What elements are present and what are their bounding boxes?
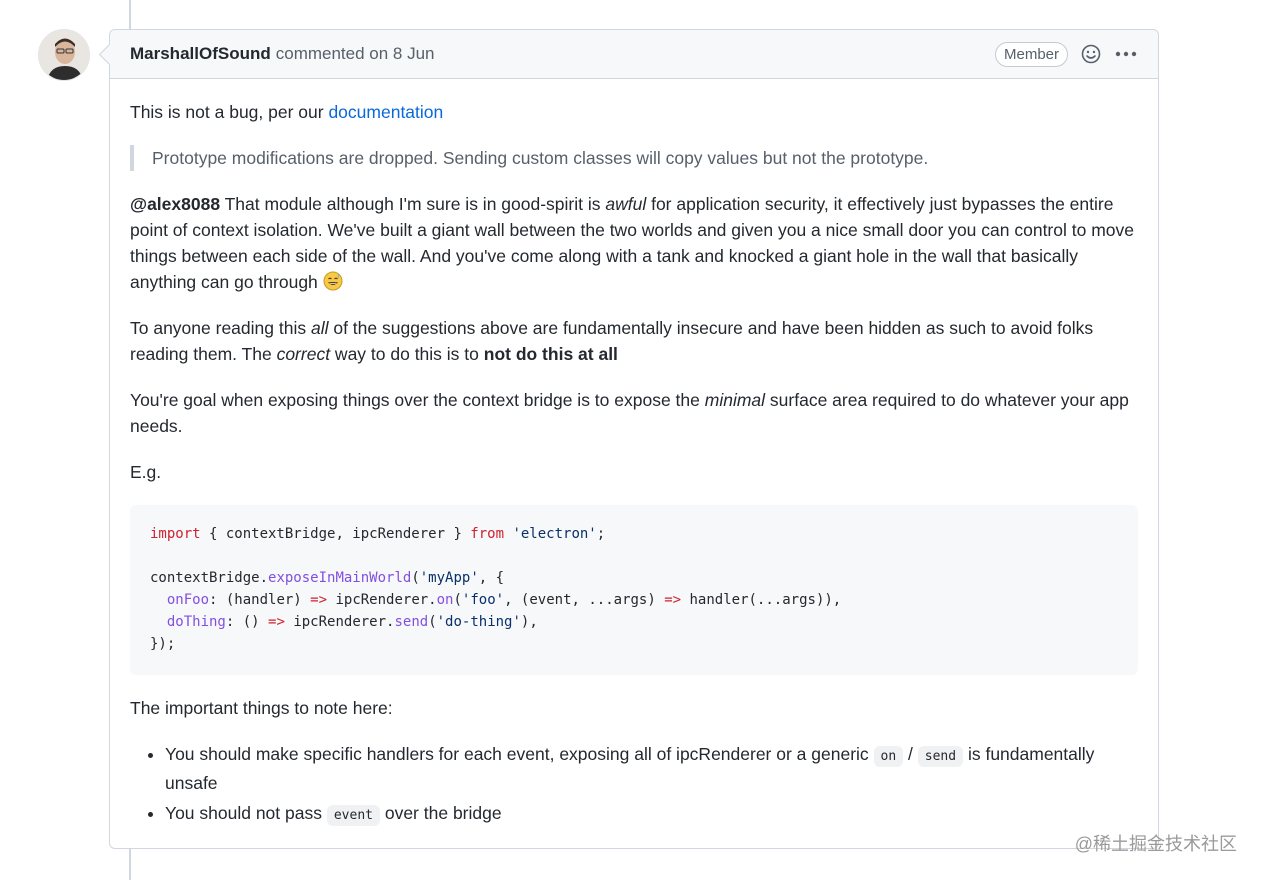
code-keyword: =>	[664, 592, 682, 608]
smiley-icon[interactable]	[1080, 43, 1102, 65]
avatar-image	[39, 30, 89, 80]
code-property: onFoo	[166, 592, 210, 608]
code-text: : ()	[225, 614, 269, 630]
warning-text-a: To anyone reading this	[130, 318, 311, 338]
code-keyword: =>	[310, 592, 328, 608]
code-text: (	[428, 614, 437, 630]
list-text: over the bridge	[379, 803, 502, 823]
inline-code: event	[326, 805, 380, 826]
warning-text-c: way to do this is to	[330, 344, 484, 364]
code-text: { contextBridge, ipcRenderer }	[200, 526, 471, 542]
avatar[interactable]	[38, 29, 90, 81]
code-text: ipcRenderer.	[284, 614, 395, 630]
code-text: (	[453, 592, 462, 608]
paragraph-warning: To anyone reading this all of the sugges…	[130, 315, 1138, 367]
header-actions: Member	[994, 41, 1138, 67]
paragraph-intro: This is not a bug, per our documentation	[130, 99, 1138, 125]
paragraph-eg: E.g.	[130, 462, 162, 482]
goal-text-a: You're goal when exposing things over th…	[130, 390, 705, 410]
strong-not-do-this: not do this at all	[483, 344, 618, 364]
emphasis-correct: correct	[276, 344, 331, 364]
comment-header: MarshallOfSound commented on 8 Jun Membe…	[110, 30, 1158, 79]
code-text: ipcRenderer.	[327, 592, 437, 608]
mention-text-a: That module although I'm sure is in good…	[220, 194, 606, 214]
list-item: You should make specific handlers for ea…	[165, 741, 1138, 796]
emphasis-awful: awful	[605, 194, 647, 214]
grinning-sweat-emoji	[323, 271, 343, 291]
comment-box: MarshallOfSound commented on 8 Jun Membe…	[109, 29, 1159, 849]
code-text: handler(...args)),	[681, 592, 842, 608]
quote-block: Prototype modifications are dropped. Sen…	[130, 145, 1138, 171]
code-function: exposeInMainWorld	[268, 570, 412, 586]
code-keyword: from	[470, 526, 505, 542]
emphasis-all: all	[310, 318, 329, 338]
list-text: You should make specific handlers for ea…	[165, 744, 874, 764]
code-text: ),	[520, 614, 538, 630]
code-text: });	[150, 636, 176, 652]
member-badge: Member	[994, 41, 1068, 67]
paragraph-notes: The important things to note here:	[130, 698, 393, 718]
inline-code: send	[917, 746, 964, 767]
code-text: contextBridge.	[150, 570, 269, 586]
kebab-horizontal-icon[interactable]	[1114, 43, 1138, 65]
code-keyword: =>	[268, 614, 285, 630]
emphasis-minimal: minimal	[704, 390, 766, 410]
list-text: /	[903, 744, 918, 764]
notes-list: You should make specific handlers for ea…	[130, 741, 1138, 829]
code-text: : (handler)	[209, 592, 311, 608]
code-text: , (event, ...args)	[504, 592, 665, 608]
watermark: @稀土掘金技术社区	[1074, 834, 1237, 854]
code-text: , {	[478, 570, 505, 586]
code-string: 'foo'	[461, 592, 505, 608]
user-mention[interactable]: @alex8088	[130, 194, 220, 214]
code-string: 'electron'	[512, 526, 597, 542]
code-text: ;	[596, 526, 606, 542]
code-function: send	[394, 614, 429, 630]
paragraph-goal: You're goal when exposing things over th…	[130, 387, 1138, 439]
comment-body: This is not a bug, per our documentation…	[110, 79, 1158, 829]
inline-code: on	[873, 746, 904, 767]
code-keyword: import	[150, 526, 201, 542]
paragraph-mention: @alex8088 That module although I'm sure …	[130, 191, 1138, 295]
code-block: import { contextBridge, ipcRenderer } fr…	[130, 505, 1138, 675]
list-text: You should not pass	[165, 803, 327, 823]
code-property: doThing	[166, 614, 226, 630]
author-name[interactable]: MarshallOfSound	[130, 44, 271, 64]
code-text: (	[411, 570, 420, 586]
code-function: on	[436, 592, 454, 608]
comment-timestamp[interactable]: commented on 8 Jun	[276, 44, 435, 64]
list-item: You should not pass event over the bridg…	[165, 800, 1138, 829]
code-string: 'do-thing'	[436, 614, 521, 630]
documentation-link[interactable]: documentation	[328, 102, 443, 122]
intro-text: This is not a bug, per our	[130, 102, 329, 122]
code-string: 'myApp'	[419, 570, 479, 586]
